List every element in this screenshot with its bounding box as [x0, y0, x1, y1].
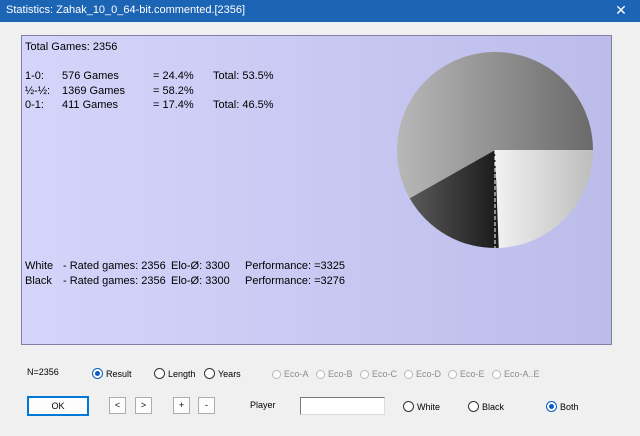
eco-c-radio[interactable]: Eco-C — [360, 369, 397, 379]
result-percent: = 24.4% — [153, 70, 194, 82]
result-total: Total: 46.5% — [213, 99, 274, 111]
statistics-panel: Total Games: 2356 1-0: 576 Games = 24.4%… — [21, 35, 612, 345]
total-games: Total Games: 2356 — [25, 41, 118, 53]
radio-unchecked-icon — [316, 369, 325, 379]
player-input[interactable] — [300, 397, 385, 415]
result-label: 0-1: — [25, 99, 44, 111]
radio-unchecked-icon — [492, 369, 501, 379]
radio-unchecked-icon — [404, 369, 413, 379]
result-percent: = 58.2% — [153, 85, 194, 97]
eco-e-radio[interactable]: Eco-E — [448, 369, 485, 379]
player-side: White — [25, 260, 54, 272]
result-games: 1369 Games — [62, 85, 125, 97]
close-icon[interactable]: ✕ — [602, 0, 640, 22]
player-side: Black — [25, 275, 52, 287]
radio-unchecked-icon — [468, 401, 479, 412]
window-title: Statistics: Zahak_10_0_64-bit.commented.… — [6, 4, 246, 16]
mode-result-radio[interactable]: Result — [92, 368, 132, 379]
player-rated-games: - Rated games: 2356 — [63, 260, 166, 272]
eco-all-radio[interactable]: Eco-A..E — [492, 369, 540, 379]
radio-checked-icon — [92, 368, 103, 379]
ok-button[interactable]: OK — [27, 396, 89, 416]
game-count: N=2356 — [27, 367, 59, 377]
eco-d-radio[interactable]: Eco-D — [404, 369, 441, 379]
result-percent: = 17.4% — [153, 99, 194, 111]
eco-b-radio[interactable]: Eco-B — [316, 369, 353, 379]
radio-unchecked-icon — [403, 401, 414, 412]
eco-a-radio[interactable]: Eco-A — [272, 369, 309, 379]
radio-checked-icon — [546, 401, 557, 412]
title-bar: Statistics: Zahak_10_0_64-bit.commented.… — [0, 0, 640, 22]
player-elo: Elo-Ø: 3300 — [171, 260, 230, 272]
radio-unchecked-icon — [154, 368, 165, 379]
player-performance: Performance: =3276 — [245, 275, 345, 287]
result-pie-chart — [397, 51, 593, 248]
player-performance: Performance: =3325 — [245, 260, 345, 272]
mode-length-radio[interactable]: Length — [154, 368, 196, 379]
radio-unchecked-icon — [360, 369, 369, 379]
mode-years-radio[interactable]: Years — [204, 368, 241, 379]
side-white-radio[interactable]: White — [403, 401, 440, 412]
side-black-radio[interactable]: Black — [468, 401, 504, 412]
minus-button[interactable]: - — [198, 397, 215, 414]
radio-unchecked-icon — [448, 369, 457, 379]
result-games: 411 Games — [62, 99, 119, 111]
result-games: 576 Games — [62, 70, 119, 82]
pie-slice-1 — [495, 150, 593, 248]
next-button[interactable]: > — [135, 397, 152, 414]
previous-button[interactable]: < — [109, 397, 126, 414]
result-label: 1-0: — [25, 70, 44, 82]
side-both-radio[interactable]: Both — [546, 401, 579, 412]
plus-button[interactable]: + — [173, 397, 190, 414]
radio-unchecked-icon — [204, 368, 215, 379]
player-rated-games: - Rated games: 2356 — [63, 275, 166, 287]
result-label: ½-½: — [25, 85, 51, 97]
player-label: Player — [250, 400, 276, 410]
player-elo: Elo-Ø: 3300 — [171, 275, 230, 287]
result-total: Total: 53.5% — [213, 70, 274, 82]
radio-unchecked-icon — [272, 369, 281, 379]
